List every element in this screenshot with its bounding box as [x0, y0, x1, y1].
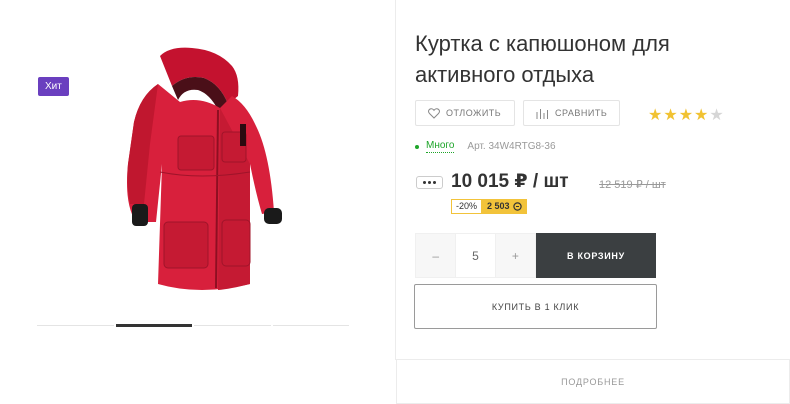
coin-icon [512, 202, 522, 211]
sku-label: Арт. 34W4RTG8-36 [467, 141, 556, 152]
product-info: Куртка с капюшоном для активного отдыха … [396, 0, 790, 404]
rating-stars: ★ ★ ★ ★ ★ [648, 107, 724, 123]
old-price: 12 519 ₽ / шт [599, 179, 666, 191]
saving-value: 2 503 [487, 201, 510, 211]
stock-status[interactable]: Много [426, 140, 455, 153]
delay-label: ОТЛОЖИТЬ [446, 108, 502, 118]
more-options-icon[interactable] [416, 176, 443, 189]
star-filled-icon: ★ [678, 105, 694, 124]
slider-dot[interactable] [272, 325, 349, 326]
add-to-cart-button[interactable]: В КОРЗИНУ [536, 233, 656, 278]
heart-icon [428, 107, 440, 119]
product-title: Куртка с капюшоном для активного отдыха [415, 31, 670, 87]
quantity-plus-button[interactable]: + [495, 234, 535, 277]
discount-badge: -20% 2 503 [451, 199, 527, 214]
bar-chart-icon [536, 108, 548, 119]
star-empty-icon: ★ [709, 105, 724, 124]
star-filled-icon: ★ [648, 105, 663, 124]
star-filled-icon: ★ [663, 105, 678, 124]
slider-dot-active[interactable] [115, 324, 192, 327]
star-filled-icon: ★ [694, 105, 709, 124]
compare-label: СРАВНИТЬ [555, 108, 608, 118]
quantity-stepper: – 5 + [415, 233, 536, 278]
delay-button[interactable]: ОТЛОЖИТЬ [415, 100, 515, 126]
current-price: 10 015 ₽ / шт [451, 171, 569, 192]
red-jacket-image[interactable] [100, 44, 290, 294]
saving-amount: 2 503 [482, 199, 527, 214]
gallery-slider-indicator[interactable] [37, 324, 349, 327]
stock-info: Много Арт. 34W4RTG8-36 [415, 140, 556, 153]
discount-percent: -20% [451, 199, 483, 214]
compare-button[interactable]: СРАВНИТЬ [523, 100, 620, 126]
quantity-input[interactable]: 5 [455, 234, 496, 277]
more-details-button[interactable]: ПОДРОБНЕЕ [396, 359, 790, 404]
quantity-minus-button[interactable]: – [416, 234, 456, 277]
slider-dot[interactable] [194, 325, 271, 326]
buy-one-click-button[interactable]: КУПИТЬ В 1 КЛИК [414, 284, 657, 329]
product-gallery: Хит [0, 0, 395, 404]
slider-dot[interactable] [37, 325, 114, 326]
stock-dot-icon [415, 144, 419, 149]
hit-badge: Хит [38, 77, 69, 96]
